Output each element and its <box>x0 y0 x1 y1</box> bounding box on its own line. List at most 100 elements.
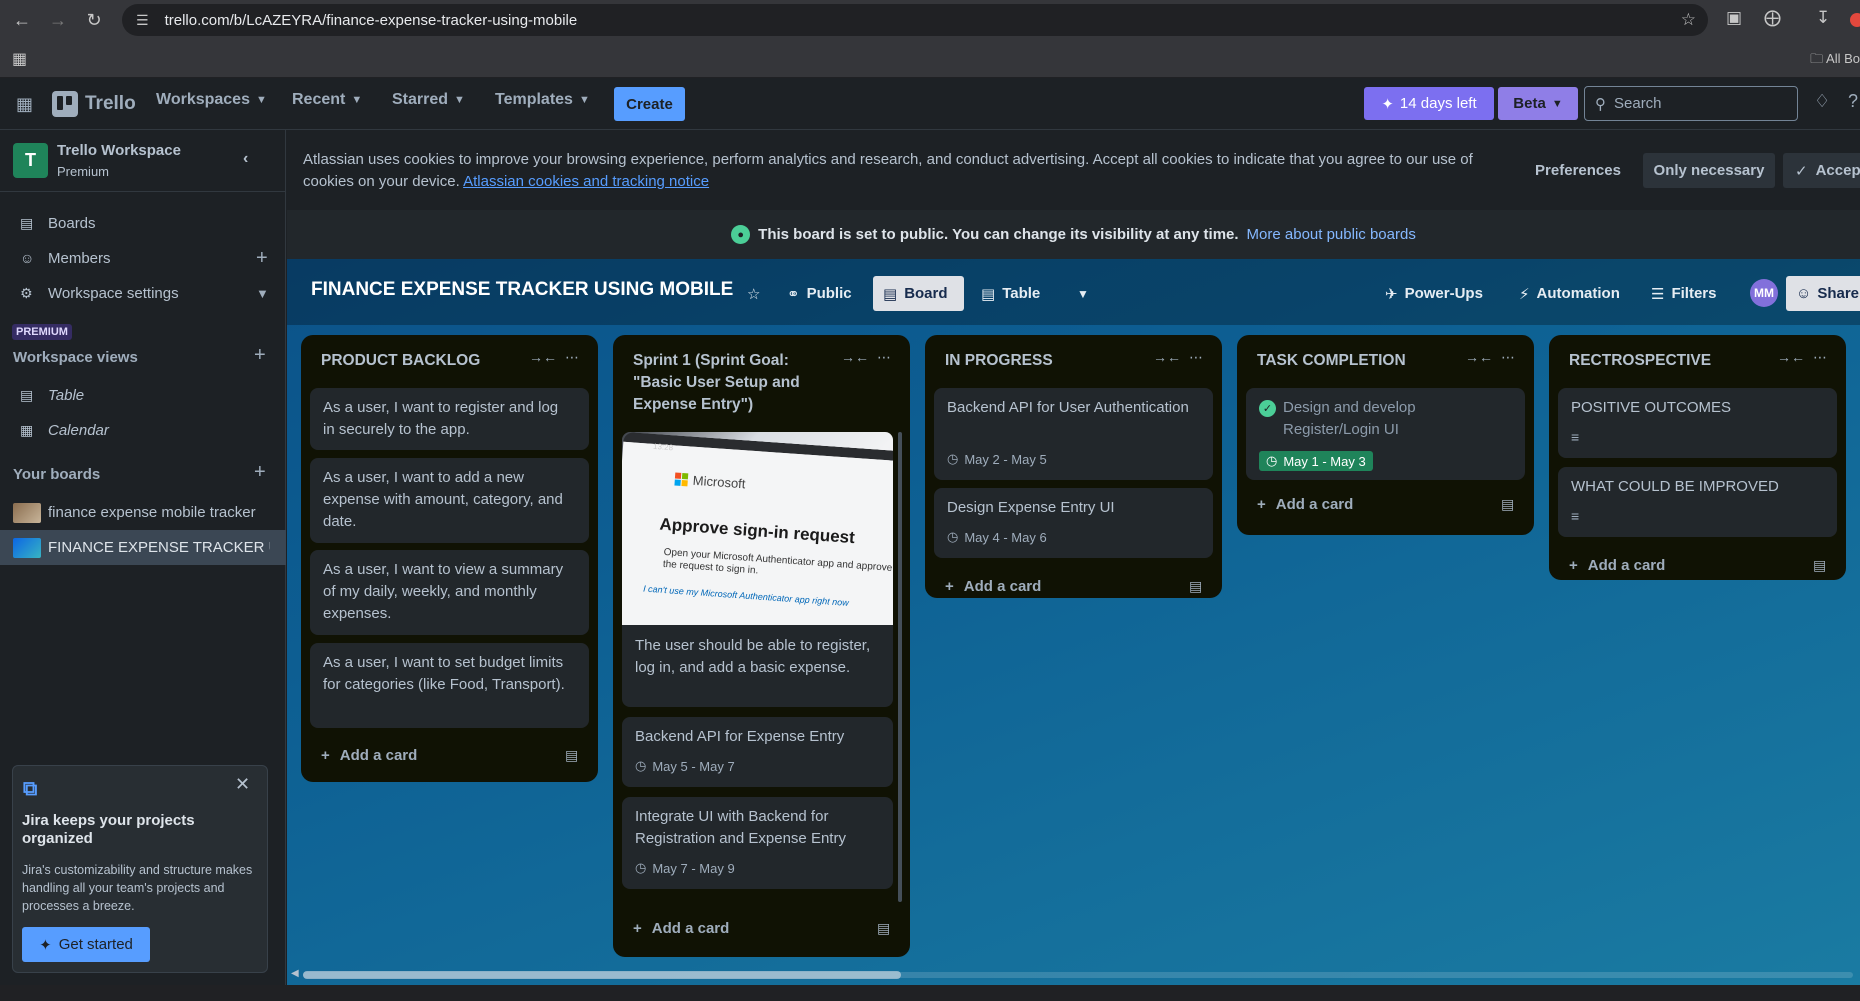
collapse-list-icon[interactable]: →← <box>841 349 869 365</box>
extension-icon[interactable]: ▣ <box>1726 8 1742 28</box>
card[interactable]: As a user, I want to view a summary of m… <box>310 550 589 635</box>
beta-button[interactable]: Beta ▼ <box>1498 87 1578 120</box>
due-date-badge[interactable]: ◷ May 2 - May 5 <box>947 451 1047 467</box>
share-button[interactable]: ☺ Share <box>1786 276 1860 311</box>
powerups-button[interactable]: ✈ Power-Ups <box>1375 276 1493 311</box>
collapse-sidebar-icon[interactable]: ‹ <box>243 150 248 168</box>
card[interactable]: As a user, I want to set budget limits f… <box>310 643 589 728</box>
board-title[interactable]: FINANCE EXPENSE TRACKER USING MOBILE <box>311 279 733 301</box>
add-card-button[interactable]: + Add a card <box>321 747 417 764</box>
all-bookmarks[interactable]: 🗀 All Bo <box>1810 50 1860 72</box>
search-input[interactable]: ⚲ Search <box>1584 86 1798 121</box>
apps-grid-icon[interactable]: ▦ <box>12 49 27 69</box>
avatar[interactable]: MM <box>1750 279 1778 307</box>
card[interactable]: Backend API for User Authentication ◷ May… <box>934 388 1213 480</box>
card[interactable]: WHAT COULD BE IMPROVED ≡ <box>1558 467 1837 537</box>
bookmark-star-icon[interactable]: ☆ <box>1681 10 1696 30</box>
trial-button[interactable]: ✦ 14 days left <box>1364 87 1494 120</box>
add-card-button[interactable]: + Add a card <box>1569 557 1665 574</box>
sidebar-board-item-active[interactable]: FINANCE EXPENSE TRACKER U... <box>0 530 286 565</box>
view-table-button[interactable]: ▤ Table <box>971 276 1050 311</box>
sidebar-item-workspace-settings[interactable]: ⚙ Workspace settings ▼ <box>0 276 286 310</box>
list-scrollbar[interactable] <box>898 432 902 902</box>
star-board-icon[interactable]: ☆ <box>737 276 770 311</box>
list-title[interactable]: PRODUCT BACKLOG <box>321 350 480 372</box>
sidebar-item-members[interactable]: ☺ Members + <box>0 241 286 275</box>
public-boards-link[interactable]: More about public boards <box>1247 226 1416 243</box>
get-started-button[interactable]: ✦ Get started <box>22 927 150 962</box>
card-with-cover[interactable]: 13:28 Microsoft Approve sign-in request … <box>622 432 893 707</box>
menu-starred[interactable]: Starred ▼ <box>392 91 465 109</box>
list-menu-icon[interactable]: ⋯ <box>1813 349 1827 366</box>
cookie-notice-link[interactable]: Atlassian cookies and tracking notice <box>463 173 709 190</box>
collapse-list-icon[interactable]: →← <box>1465 349 1493 365</box>
accept-all-button[interactable]: ✓ Accep <box>1783 153 1860 188</box>
card[interactable]: As a user, I want to add a new expense w… <box>310 458 589 543</box>
card-template-icon[interactable]: ▤ <box>1189 578 1202 595</box>
menu-recent[interactable]: Recent ▼ <box>292 91 362 109</box>
collapse-list-icon[interactable]: →← <box>529 349 557 365</box>
card-complete[interactable]: ✓ Design and develop Register/Login UI ◷… <box>1246 388 1525 480</box>
sidebar-board-item[interactable]: finance expense mobile tracker <box>0 495 286 530</box>
notifications-icon[interactable]: ♢ <box>1814 91 1830 112</box>
help-icon[interactable]: ? <box>1848 91 1858 112</box>
list-menu-icon[interactable]: ⋯ <box>565 349 579 366</box>
scrollbar-thumb[interactable] <box>303 971 901 979</box>
card-template-icon[interactable]: ▤ <box>1813 557 1826 574</box>
reload-icon[interactable]: ↻ <box>76 2 112 38</box>
card[interactable]: As a user, I want to register and log in… <box>310 388 589 450</box>
menu-templates[interactable]: Templates ▼ <box>495 91 590 109</box>
more-views-icon[interactable]: ▼ <box>1067 276 1099 311</box>
card-template-icon[interactable]: ▤ <box>1501 496 1514 513</box>
chevron-down-icon[interactable]: ▼ <box>256 286 269 301</box>
address-bar[interactable]: ☰ trello.com/b/LcAZEYRA/finance-expense-… <box>122 4 1708 36</box>
trello-logo[interactable]: Trello <box>52 91 136 117</box>
card[interactable]: Design Expense Entry UI ◷ May 4 - May 6 <box>934 488 1213 558</box>
visibility-button[interactable]: ⚭ Public <box>777 276 862 311</box>
horizontal-scrollbar[interactable]: ◀ <box>291 968 1856 980</box>
view-board-button[interactable]: ▤ Board <box>873 276 964 311</box>
card[interactable]: Integrate UI with Backend for Registrati… <box>622 797 893 889</box>
list-title[interactable]: RECTROSPECTIVE <box>1569 350 1711 372</box>
sidebar-item-table[interactable]: ▤ Table <box>0 378 286 412</box>
sidebar-item-boards[interactable]: ▤ Boards <box>0 206 286 240</box>
only-necessary-button[interactable]: Only necessary <box>1643 153 1775 188</box>
close-icon[interactable]: ✕ <box>235 774 250 795</box>
list-menu-icon[interactable]: ⋯ <box>877 349 891 366</box>
add-card-button[interactable]: + Add a card <box>945 578 1041 595</box>
due-date-badge[interactable]: ◷ May 7 - May 9 <box>635 860 735 876</box>
due-date-badge-complete[interactable]: ◷ May 1 - May 3 <box>1259 451 1373 471</box>
collapse-list-icon[interactable]: →← <box>1777 349 1805 365</box>
add-board-icon[interactable]: + <box>254 461 266 484</box>
list-title[interactable]: TASK COMPLETION <box>1257 350 1406 372</box>
profile-icon[interactable] <box>1850 13 1860 27</box>
add-view-icon[interactable]: + <box>254 344 266 367</box>
card-template-icon[interactable]: ▤ <box>565 747 578 764</box>
preferences-button[interactable]: Preferences <box>1528 153 1628 188</box>
list-menu-icon[interactable]: ⋯ <box>1501 349 1515 366</box>
create-button[interactable]: Create <box>614 87 685 121</box>
due-date-badge[interactable]: ◷ May 5 - May 7 <box>635 758 735 774</box>
sidebar-item-calendar[interactable]: ▦ Calendar <box>0 413 286 447</box>
card[interactable]: POSITIVE OUTCOMES ≡ <box>1558 388 1837 458</box>
add-member-icon[interactable]: + <box>256 247 268 270</box>
list-menu-icon[interactable]: ⋯ <box>1189 349 1203 366</box>
add-card-button[interactable]: + Add a card <box>1257 496 1353 513</box>
forward-icon[interactable]: → <box>40 2 76 38</box>
list-title[interactable]: IN PROGRESS <box>945 350 1053 372</box>
workspace-avatar[interactable]: T <box>13 143 48 178</box>
back-icon[interactable]: ← <box>4 2 40 38</box>
workspace-name[interactable]: Trello Workspace <box>57 142 181 159</box>
filters-button[interactable]: ☰ Filters <box>1641 276 1726 311</box>
site-info-icon[interactable]: ☰ <box>136 12 149 29</box>
add-card-button[interactable]: + Add a card <box>633 920 729 937</box>
scroll-left-icon[interactable]: ◀ <box>291 968 299 979</box>
complete-check-icon[interactable]: ✓ <box>1259 400 1276 417</box>
card-template-icon[interactable]: ▤ <box>877 920 890 937</box>
download-icon[interactable]: ↧ <box>1816 8 1830 28</box>
extensions-puzzle-icon[interactable]: ⨁ <box>1764 8 1781 28</box>
due-date-badge[interactable]: ◷ May 4 - May 6 <box>947 529 1047 545</box>
automation-button[interactable]: ⚡ Automation <box>1509 276 1630 311</box>
card[interactable]: Backend API for Expense Entry ◷ May 5 - M… <box>622 717 893 787</box>
collapse-list-icon[interactable]: →← <box>1153 349 1181 365</box>
